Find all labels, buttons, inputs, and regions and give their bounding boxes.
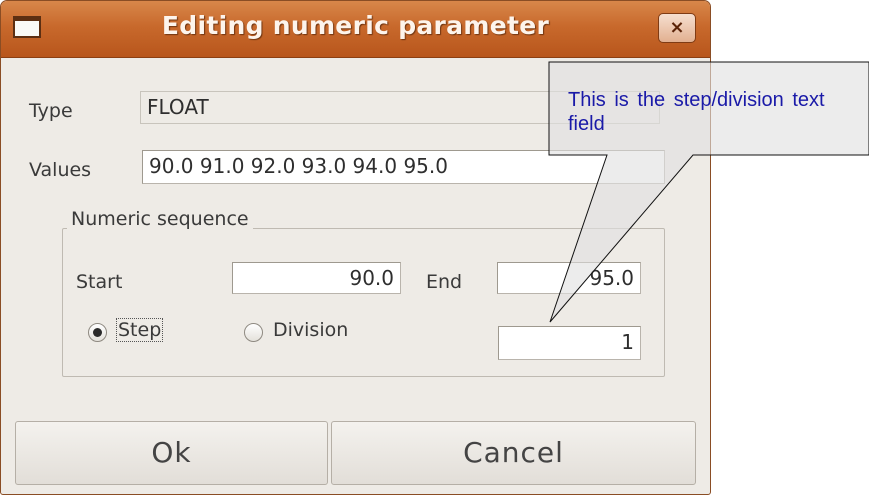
start-field[interactable]: 90.0: [232, 262, 401, 294]
close-icon: ×: [669, 17, 685, 38]
division-radio-button[interactable]: [244, 323, 263, 342]
title-bar[interactable]: Editing numeric parameter ×: [1, 1, 710, 58]
end-label: End: [426, 271, 463, 293]
start-label: Start: [76, 271, 123, 293]
step-division-field[interactable]: 1: [498, 326, 641, 360]
ok-button[interactable]: Ok: [15, 421, 328, 485]
division-radio-label[interactable]: Division: [273, 319, 348, 341]
end-field[interactable]: 95.0: [497, 262, 641, 294]
step-label-text: Step: [116, 318, 164, 342]
cancel-button[interactable]: Cancel: [331, 421, 696, 485]
dialog-window: Editing numeric parameter × Type FLOAT V…: [0, 0, 711, 495]
callout-text: This is the step/division text field: [568, 89, 825, 135]
close-button[interactable]: ×: [658, 13, 696, 43]
numeric-sequence-title: Numeric sequence: [67, 208, 253, 230]
step-radio-label[interactable]: Step: [116, 318, 164, 342]
step-radio-button[interactable]: [88, 323, 107, 342]
type-label: Type: [29, 100, 73, 122]
values-label: Values: [29, 159, 92, 181]
values-field[interactable]: 90.0 91.0 92.0 93.0 94.0 95.0: [142, 150, 665, 184]
window-title: Editing numeric parameter: [161, 11, 550, 40]
